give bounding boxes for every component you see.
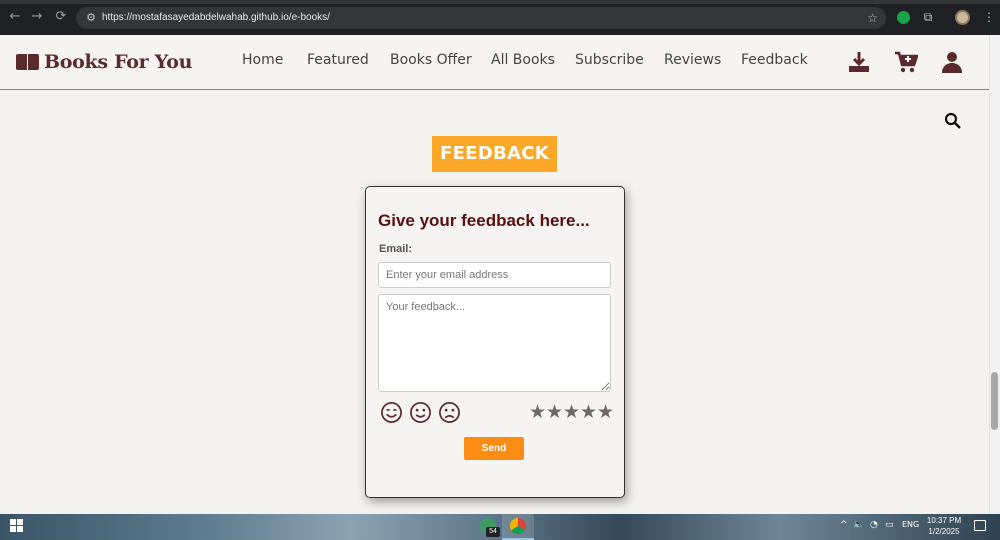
battery-icon[interactable]: ▭ <box>885 518 894 532</box>
bookmark-star-icon[interactable]: ☆ <box>867 10 878 26</box>
search-icon[interactable] <box>944 112 962 130</box>
star-1-icon[interactable]: ★ <box>529 402 546 422</box>
clock-date: 1/2/2025 <box>928 527 960 536</box>
grinning-face-icon[interactable] <box>380 401 403 424</box>
back-icon[interactable]: ← <box>8 10 22 24</box>
nav-feedback[interactable]: Feedback <box>741 52 808 72</box>
browser-menu-icon[interactable]: ⋮ <box>983 10 995 24</box>
smiling-face-icon[interactable] <box>409 401 432 424</box>
forward-icon[interactable]: → <box>30 10 44 24</box>
user-icon[interactable] <box>940 50 964 74</box>
language-indicator[interactable]: ENG <box>902 518 919 532</box>
email-field[interactable] <box>378 262 611 288</box>
star-3-icon[interactable]: ★ <box>563 402 580 422</box>
site-logo[interactable]: Books For You <box>16 49 192 75</box>
logo-text: Books For You <box>44 51 193 73</box>
tab-strip <box>0 0 1000 4</box>
form-heading: Give your feedback here... <box>378 211 590 230</box>
address-bar[interactable]: ⚙ https://mostafasayedabdelwahab.github.… <box>76 7 886 29</box>
reload-icon[interactable]: ⟳ <box>54 10 68 24</box>
taskbar-badge: 54 <box>486 527 500 537</box>
scrollbar-thumb[interactable] <box>991 372 998 430</box>
feedback-textarea[interactable] <box>378 294 611 392</box>
wifi-icon[interactable]: ◔ <box>870 518 878 532</box>
nav-featured[interactable]: Featured <box>307 52 369 72</box>
clock-time: 10:37 PM <box>926 516 962 525</box>
nav-subscribe[interactable]: Subscribe <box>575 52 644 72</box>
cart-icon[interactable] <box>894 50 918 74</box>
tray-chevron-icon[interactable]: ^ <box>840 518 848 532</box>
site-info-icon[interactable]: ⚙ <box>84 11 98 25</box>
volume-icon[interactable]: 🔈 <box>853 518 864 532</box>
extensions-puzzle-icon[interactable]: ⧉ <box>921 10 935 24</box>
section-title: FEEDBACK <box>432 136 557 172</box>
site-header: Books For You Home Featured Books Offer … <box>0 35 990 90</box>
windows-start-icon[interactable] <box>10 519 24 533</box>
nav-all-books[interactable]: All Books <box>491 52 555 72</box>
star-rating: ★ ★ ★ ★ ★ <box>529 402 614 422</box>
notification-icon[interactable] <box>974 520 986 531</box>
star-2-icon[interactable]: ★ <box>546 402 563 422</box>
frowning-face-icon[interactable] <box>438 401 461 424</box>
star-4-icon[interactable]: ★ <box>580 402 597 422</box>
profile-avatar[interactable] <box>955 10 970 25</box>
nav-reviews[interactable]: Reviews <box>664 52 721 72</box>
nav-home[interactable]: Home <box>242 52 283 72</box>
taskbar-chrome[interactable] <box>502 514 534 540</box>
browser-toolbar: ← → ⟳ ⚙ https://mostafasayedabdelwahab.g… <box>0 0 1000 35</box>
book-icon <box>16 52 40 72</box>
nav-books-offer[interactable]: Books Offer <box>390 52 472 72</box>
email-label: Email: <box>379 243 413 255</box>
send-button[interactable]: Send <box>464 437 524 460</box>
url-text[interactable]: https://mostafasayedabdelwahab.github.io… <box>102 11 330 25</box>
clock[interactable]: 10:37 PM 1/2/2025 <box>922 515 966 537</box>
download-icon[interactable] <box>847 50 871 74</box>
scrollbar[interactable] <box>989 35 1000 514</box>
star-5-icon[interactable]: ★ <box>597 402 614 422</box>
extension-icon[interactable] <box>897 11 910 24</box>
